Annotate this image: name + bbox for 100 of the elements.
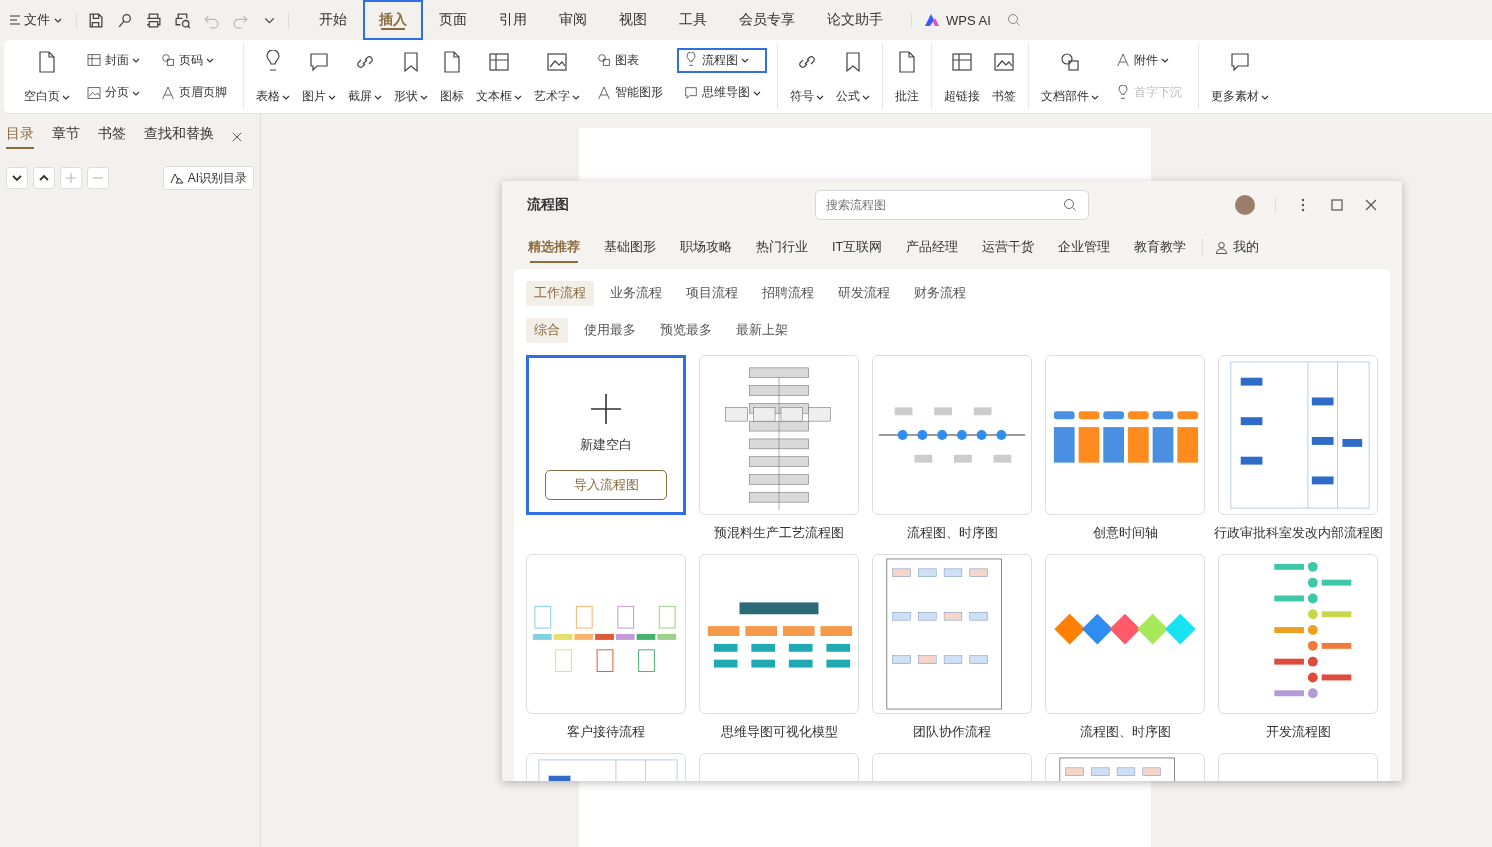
chevron-down-icon bbox=[1161, 56, 1169, 65]
ribbon-tab[interactable]: 引用 bbox=[483, 0, 543, 40]
ribbon-button[interactable]: 超链接 bbox=[942, 44, 982, 109]
collapse-button[interactable] bbox=[33, 167, 55, 189]
template-title: 客户接待流程 bbox=[567, 724, 645, 741]
category-tab[interactable]: IT互联网 bbox=[820, 234, 895, 260]
plus-icon bbox=[589, 392, 623, 426]
tool-icon bbox=[1115, 52, 1131, 69]
ribbon-button[interactable]: 符号 bbox=[788, 44, 826, 109]
pane-tab[interactable]: 目录 bbox=[6, 125, 34, 149]
subcategory-tab[interactable]: 研发流程 bbox=[830, 281, 898, 306]
tool-icon bbox=[1058, 50, 1082, 74]
ribbon-button[interactable]: 批注 bbox=[893, 44, 921, 109]
pane-tab[interactable]: 查找和替换 bbox=[144, 125, 214, 149]
category-tab[interactable]: 职场攻略 bbox=[668, 234, 744, 260]
template-card[interactable] bbox=[1218, 554, 1378, 714]
ribbon-button[interactable]: 公式 bbox=[834, 44, 872, 109]
ribbon-tab[interactable]: 审阅 bbox=[543, 0, 603, 40]
save-icon[interactable] bbox=[87, 11, 104, 29]
template-card[interactable] bbox=[1045, 355, 1205, 515]
ribbon-tab[interactable]: 会员专享 bbox=[723, 0, 811, 40]
ribbon-tab[interactable]: 论文助手 bbox=[811, 0, 899, 40]
close-icon[interactable] bbox=[1364, 198, 1378, 212]
search-icon[interactable] bbox=[1063, 198, 1077, 212]
ribbon-button[interactable]: 更多素材 bbox=[1209, 44, 1271, 109]
ribbon-tab[interactable]: 工具 bbox=[663, 0, 723, 40]
ribbon-button[interactable]: 截屏 bbox=[346, 44, 384, 109]
template-title: 开发流程图 bbox=[1265, 724, 1331, 741]
ribbon-button[interactable]: 图表 bbox=[590, 47, 669, 73]
maximize-icon[interactable] bbox=[1330, 198, 1344, 212]
sort-option[interactable]: 预览最多 bbox=[652, 318, 720, 343]
category-tab[interactable]: 基础图形 bbox=[592, 234, 668, 260]
ribbon-button[interactable]: 图片 bbox=[300, 44, 338, 109]
ribbon-button[interactable]: 形状 bbox=[392, 44, 430, 109]
print-icon[interactable] bbox=[145, 11, 162, 29]
close-icon[interactable] bbox=[232, 131, 242, 143]
avatar[interactable] bbox=[1235, 195, 1255, 215]
ribbon-button[interactable]: 附件 bbox=[1109, 47, 1188, 73]
tool-icon bbox=[86, 52, 102, 69]
tool-icon bbox=[307, 50, 331, 74]
ribbon-button[interactable]: 思维导图 bbox=[677, 80, 767, 106]
person-icon bbox=[1215, 240, 1229, 254]
category-tab[interactable]: 企业管理 bbox=[1046, 234, 1123, 260]
subcategory-tab[interactable]: 财务流程 bbox=[906, 281, 974, 306]
template-card[interactable] bbox=[1218, 355, 1378, 515]
import-button[interactable]: 导入流程图 bbox=[545, 470, 667, 500]
ribbon-tab[interactable]: 开始 bbox=[303, 0, 363, 40]
plus-icon bbox=[65, 172, 77, 184]
search-icon[interactable] bbox=[1006, 13, 1021, 27]
tool-icon bbox=[487, 50, 511, 74]
chevron-down-icon bbox=[132, 56, 140, 65]
print-preview-icon[interactable] bbox=[174, 11, 191, 29]
expand-button[interactable] bbox=[6, 167, 28, 189]
file-menu[interactable]: 文件 bbox=[10, 11, 62, 29]
chevron-down-icon bbox=[54, 16, 62, 24]
search-field[interactable]: 搜索流程图 bbox=[815, 190, 1089, 220]
ribbon-button[interactable]: 智能图形 bbox=[590, 80, 669, 106]
sort-option[interactable]: 最新上架 bbox=[728, 318, 796, 343]
template-title: 团队协作流程 bbox=[913, 724, 991, 741]
ribbon-button[interactable]: 页码 bbox=[154, 47, 233, 73]
ai-label[interactable]: WPS AI bbox=[946, 12, 991, 28]
new-blank-card[interactable]: 新建空白 导入流程图 bbox=[526, 355, 686, 515]
ribbon-button[interactable]: 页眉页脚 bbox=[154, 80, 233, 106]
category-tab[interactable]: 教育教学 bbox=[1122, 234, 1199, 260]
subcategory-tab[interactable]: 项目流程 bbox=[678, 281, 746, 306]
ribbon-button[interactable]: 文档部件 bbox=[1039, 44, 1101, 109]
chevron-down-icon bbox=[741, 56, 749, 65]
template-card[interactable] bbox=[699, 554, 859, 714]
ribbon-tab[interactable]: 插入 bbox=[363, 0, 423, 40]
ribbon-button[interactable]: 封面 bbox=[80, 47, 146, 73]
category-tab[interactable]: 产品经理 bbox=[894, 234, 971, 260]
tool-icon bbox=[1115, 84, 1131, 101]
subcategory-tab[interactable]: 工作流程 bbox=[526, 281, 594, 306]
ai-toc-button[interactable]: AI识别目录 bbox=[162, 166, 254, 190]
ribbon-tab[interactable]: 视图 bbox=[603, 0, 663, 40]
ribbon-button[interactable]: 表格 bbox=[254, 44, 292, 109]
template-card[interactable] bbox=[872, 355, 1032, 515]
template-card[interactable] bbox=[1045, 554, 1205, 714]
sort-option[interactable]: 使用最多 bbox=[576, 318, 644, 343]
pane-tab[interactable]: 书签 bbox=[98, 125, 126, 149]
ribbon-button[interactable]: 流程图 bbox=[677, 47, 767, 73]
tool-icon bbox=[596, 84, 612, 101]
subcategory-tab[interactable]: 招聘流程 bbox=[754, 281, 822, 306]
ribbon-button[interactable]: 艺术字 bbox=[532, 44, 582, 109]
tool-icon bbox=[683, 52, 699, 69]
ribbon-button[interactable]: 空白页 bbox=[22, 44, 72, 109]
mine-tab[interactable]: 我的 bbox=[1233, 238, 1260, 256]
ribbon-tab[interactable]: 页面 bbox=[423, 0, 483, 40]
category-tab[interactable]: 热门行业 bbox=[744, 234, 820, 260]
ribbon-button[interactable]: 图标 bbox=[438, 44, 466, 109]
category-tab[interactable]: 运营干货 bbox=[970, 234, 1047, 260]
chevron-down-icon bbox=[206, 56, 214, 65]
category-tab[interactable]: 精选推荐 bbox=[516, 234, 592, 260]
sort-option[interactable]: 综合 bbox=[526, 318, 568, 343]
pane-tab[interactable]: 章节 bbox=[52, 125, 80, 149]
subcategory-tab[interactable]: 业务流程 bbox=[602, 281, 670, 306]
ribbon-button[interactable]: 文本框 bbox=[474, 44, 524, 109]
ribbon-button[interactable]: 分页 bbox=[80, 80, 146, 106]
dialog-title: 流程图 bbox=[527, 196, 570, 214]
ribbon-button[interactable]: 书签 bbox=[990, 44, 1018, 109]
